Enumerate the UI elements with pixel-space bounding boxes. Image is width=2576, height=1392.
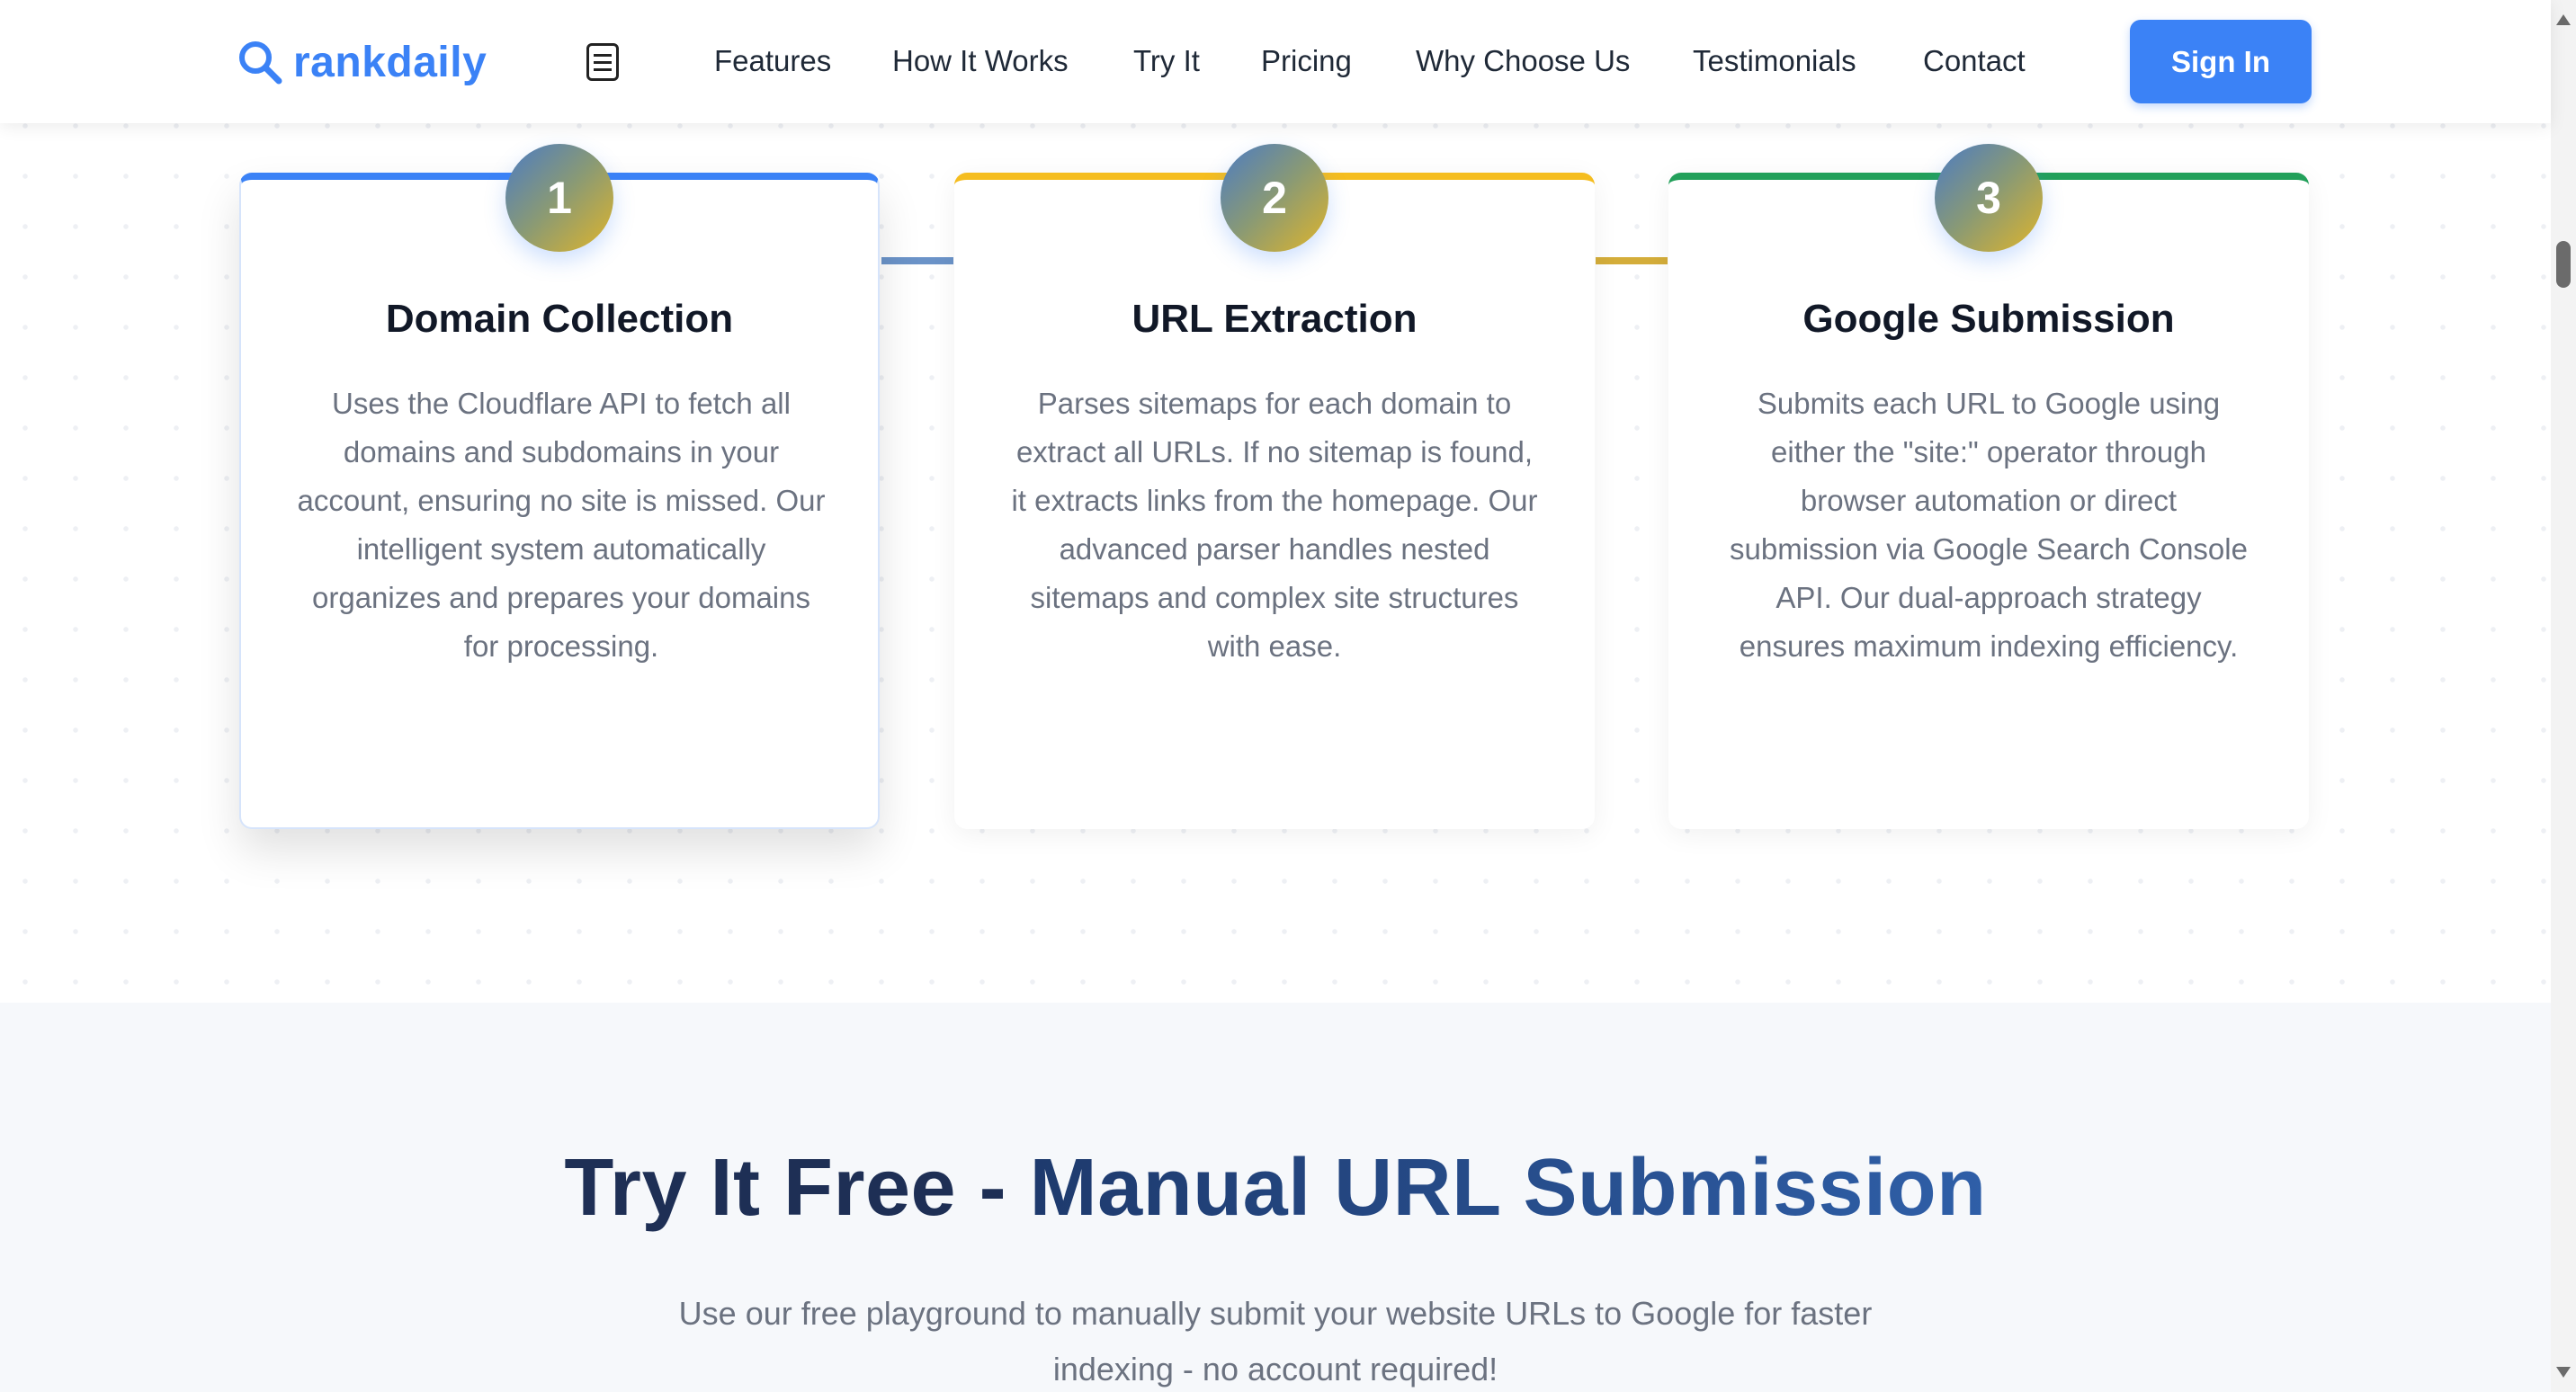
try-it-subtitle: Use our free playground to manually subm… bbox=[678, 1295, 1873, 1388]
nav-why-choose-us[interactable]: Why Choose Us bbox=[1416, 40, 1630, 83]
try-it-title-part2: Manual URL Submission bbox=[1029, 1143, 1987, 1233]
menu-icon[interactable] bbox=[586, 43, 619, 81]
step-title: Domain Collection bbox=[385, 297, 734, 341]
try-it-title-part1: Try It Free - bbox=[564, 1143, 1030, 1233]
step-description: Uses the Cloudflare API to fetch all dom… bbox=[297, 387, 826, 663]
logo-link[interactable]: rankdaily bbox=[236, 34, 487, 90]
sign-in-button[interactable]: Sign In bbox=[2130, 20, 2312, 103]
nav-testimonials[interactable]: Testimonials bbox=[1693, 40, 1856, 83]
vertical-scrollbar[interactable] bbox=[2551, 0, 2576, 1392]
step-description: Submits each URL to Google using either … bbox=[1730, 387, 2248, 663]
step-number-badge: 3 bbox=[1935, 144, 2043, 252]
scrollbar-thumb[interactable] bbox=[2556, 241, 2571, 288]
try-it-title: Try It Free - Manual URL Submission bbox=[0, 1142, 2551, 1235]
step-card-1: 1 Domain Collection Uses the Cloudflare … bbox=[239, 144, 880, 829]
step-connector-2 bbox=[1596, 257, 1668, 264]
step-title: Google Submission bbox=[1802, 297, 2175, 341]
nav-contact[interactable]: Contact bbox=[1923, 40, 2026, 83]
step-number-badge: 1 bbox=[505, 144, 613, 252]
nav-try-it[interactable]: Try It bbox=[1133, 40, 1200, 83]
nav-features[interactable]: Features bbox=[714, 40, 831, 83]
step-title: URL Extraction bbox=[1131, 297, 1418, 341]
site-header: rankdaily Features How It Works Try It P… bbox=[0, 0, 2551, 123]
step-description: Parses sitemaps for each domain to extra… bbox=[1011, 387, 1538, 663]
page: 1 Domain Collection Uses the Cloudflare … bbox=[0, 0, 2576, 1392]
search-icon bbox=[239, 41, 282, 85]
nav-pricing[interactable]: Pricing bbox=[1261, 40, 1352, 83]
scroll-up-arrow-icon[interactable] bbox=[2556, 14, 2571, 25]
step-card-3: 3 Google Submission Submits each URL to … bbox=[1668, 144, 2309, 829]
step-number-badge: 2 bbox=[1221, 144, 1328, 252]
nav-how-it-works[interactable]: How It Works bbox=[892, 40, 1069, 83]
scroll-down-arrow-icon[interactable] bbox=[2556, 1367, 2571, 1378]
step-card-2: 2 URL Extraction Parses sitemaps for eac… bbox=[954, 144, 1595, 829]
logo-text: rankdaily bbox=[293, 38, 487, 86]
step-connector-1 bbox=[881, 257, 953, 264]
